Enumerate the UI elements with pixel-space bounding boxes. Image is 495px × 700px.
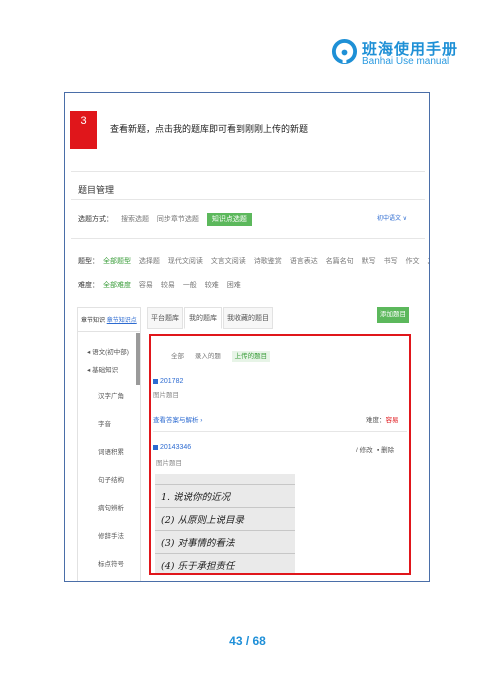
step-number-badge: 3	[70, 111, 97, 149]
nav-item[interactable]: 修辞手法	[98, 530, 124, 540]
divider	[71, 238, 425, 239]
chapter-nav-header: 章节知识 章节知识点	[78, 308, 140, 332]
nav-item[interactable]: ◂ 基础知识	[87, 364, 118, 374]
type-option[interactable]: 名篇名句	[326, 258, 354, 265]
banhai-logo: 班海使用手册 Banhai Use manual	[331, 36, 461, 70]
view-answer-link[interactable]: 查看答案与解析 ›	[153, 414, 202, 424]
paper-rule-line	[155, 507, 295, 508]
select-option-chapter[interactable]: 同步章节选题	[157, 216, 199, 223]
difficulty-indicator: 难度：容易	[366, 414, 399, 424]
step-instruction: 查看新题，点击我的题库即可看到刚刚上传的新题	[110, 124, 309, 134]
handwriting-line: (4) 乐于承担责任	[161, 561, 235, 572]
type-option[interactable]: 文言文阅读	[211, 258, 246, 265]
grade-switch[interactable]: 初中语文 ∨	[377, 213, 407, 222]
delete-label: 删除	[381, 447, 395, 454]
chapter-nav-header-link[interactable]: 章节知识点	[107, 318, 137, 324]
handwriting-line: 1. 说说你的近况	[161, 492, 231, 503]
divider	[71, 171, 425, 172]
chapter-nav: 章节知识 章节知识点 ◂ 语文(初中部) ◂ 基础知识 汉字广角 字音 词语积累…	[77, 307, 141, 581]
results-filter: 全部 录入的题 上传的题目	[171, 350, 279, 362]
question-type: 图片题目	[156, 460, 182, 467]
type-option[interactable]: 其他	[427, 258, 429, 265]
panel-title: 题目管理	[78, 185, 115, 195]
type-option-all[interactable]: 全部题型	[103, 258, 131, 265]
question-type: 图片题目	[153, 392, 179, 399]
tab-my-favorites[interactable]: 我收藏的题目	[223, 307, 273, 329]
uploaded-question-image: 1. 说说你的近况 (2) 从原则上说目录 (3) 对事情的看法 (4) 乐于承…	[155, 474, 295, 573]
nav-item[interactable]: 病句辨析	[98, 502, 124, 512]
difficulty-indicator-value: 容易	[385, 417, 399, 424]
select-method-row: 选题方式： 搜索选题 同步章节选题 知识点选题	[78, 213, 252, 226]
handwriting-line: (2) 从原则上说目录	[161, 515, 244, 526]
divider	[153, 431, 407, 432]
type-option[interactable]: 默写	[362, 258, 376, 265]
type-label: 题型：	[78, 258, 99, 265]
difficulty-option[interactable]: 一般	[183, 282, 197, 289]
logo-mark-icon	[331, 38, 358, 65]
nav-item[interactable]: 词语积累	[98, 446, 124, 456]
difficulty-filter-row: 难度： 全部难度 容易 较易 一般 较难 困难	[78, 280, 247, 290]
type-option[interactable]: 书写	[384, 258, 398, 265]
nav-item[interactable]: 字音	[98, 418, 111, 428]
difficulty-label: 难度：	[78, 282, 99, 289]
type-filter-row: 题型： 全部题型 选择题 现代文阅读 文言文阅读 诗歌鉴赏 语言表达 名篇名句 …	[78, 256, 429, 266]
results-filter-entered[interactable]: 录入的题	[195, 353, 221, 360]
select-option-search[interactable]: 搜索选题	[121, 216, 149, 223]
tab-platform-bank[interactable]: 平台题库	[147, 307, 183, 329]
question-id[interactable]: 20143346	[153, 444, 191, 451]
difficulty-option[interactable]: 较易	[161, 282, 175, 289]
nav-item[interactable]: 句子结构	[98, 474, 124, 484]
nav-item[interactable]: ◂ 语文(初中部)	[87, 346, 129, 356]
tab-my-bank[interactable]: 我的题库	[184, 307, 222, 329]
type-option[interactable]: 语言表达	[290, 258, 318, 265]
my-bank-results-highlight: 全部 录入的题 上传的题目 201782 图片题目 查看答案与解析 › 难度：容…	[149, 334, 411, 575]
page-number: 43 / 68	[229, 634, 266, 648]
nav-item[interactable]: 标点符号	[98, 558, 124, 568]
divider	[71, 199, 425, 200]
trash-icon: ▪	[377, 447, 380, 454]
difficulty-option[interactable]: 困难	[227, 282, 241, 289]
results-filter-uploaded[interactable]: 上传的题目	[231, 351, 271, 362]
type-option[interactable]: 诗歌鉴赏	[254, 258, 282, 265]
type-option[interactable]: 现代文阅读	[168, 258, 203, 265]
paper-rule-line	[155, 530, 295, 531]
results-filter-all[interactable]: 全部	[171, 353, 184, 360]
select-option-knowledge[interactable]: 知识点选题	[206, 213, 252, 226]
nav-item[interactable]: 汉字广角	[98, 390, 124, 400]
difficulty-option[interactable]: 较难	[205, 282, 219, 289]
type-option[interactable]: 选择题	[139, 258, 160, 265]
logo-subtitle: Banhai Use manual	[362, 56, 450, 67]
paper-rule-line	[155, 553, 295, 554]
add-question-button[interactable]: 添加题目	[377, 307, 409, 323]
handwriting-line: (3) 对事情的看法	[161, 538, 235, 549]
edit-question-button[interactable]: / 修改	[356, 444, 373, 454]
chapter-nav-header-label: 章节知识	[81, 318, 106, 324]
select-label: 选题方式：	[78, 216, 113, 223]
question-id[interactable]: 201782	[153, 378, 183, 385]
difficulty-option-all[interactable]: 全部难度	[103, 282, 131, 289]
paper-rule-line	[155, 484, 295, 485]
difficulty-option[interactable]: 容易	[139, 282, 153, 289]
type-option[interactable]: 作文	[406, 258, 420, 265]
nav-scrollbar[interactable]	[136, 333, 140, 385]
delete-question-button[interactable]: ▪ 删除	[377, 444, 394, 454]
screenshot-frame: 3 查看新题，点击我的题库即可看到刚刚上传的新题 题目管理 选题方式： 搜索选题…	[64, 92, 430, 582]
difficulty-indicator-label: 难度：	[366, 417, 386, 424]
